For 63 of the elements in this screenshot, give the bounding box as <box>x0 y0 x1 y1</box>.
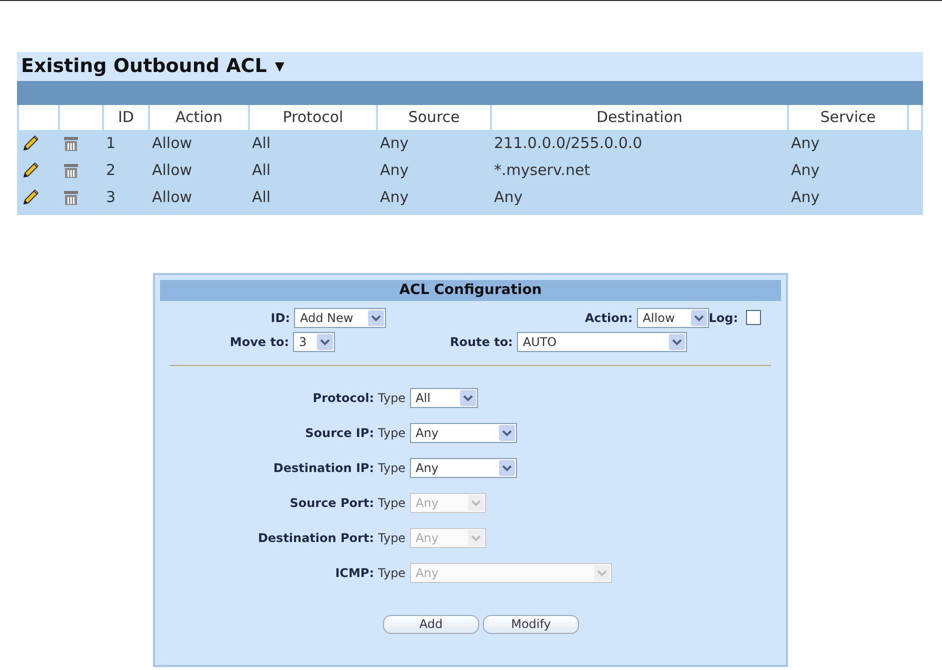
field-label: ICMP: <box>334 565 375 582</box>
pencil-icon[interactable] <box>21 134 39 153</box>
field-label: Destination IP: <box>272 460 375 477</box>
log-checkbox[interactable] <box>746 310 761 325</box>
field-label: Move to: <box>230 334 289 350</box>
panel-title: ACL Configuration <box>160 280 781 300</box>
table-cell-text: Allow <box>151 160 194 181</box>
table-cell-text: Any <box>379 187 410 208</box>
field-label: Type <box>378 495 406 512</box>
column-header: Source <box>378 105 490 130</box>
action-button[interactable]: Add <box>383 614 479 634</box>
column-header: Destination <box>492 105 787 130</box>
field-label: ID: <box>270 310 290 326</box>
table-cell-text: Any <box>379 160 410 181</box>
field-label: Type <box>378 390 406 407</box>
select-field: Any <box>410 563 612 583</box>
select-field[interactable]: AUTO <box>516 332 687 352</box>
table-cell-text: Any <box>493 187 524 208</box>
table-cell-text: Any <box>790 187 821 208</box>
field-label: Destination Port: <box>256 530 375 547</box>
table-cell-text: Any <box>790 132 821 154</box>
action-button[interactable]: Modify <box>483 614 579 634</box>
field-label: Source IP: <box>304 425 375 442</box>
trash-icon[interactable] <box>62 134 80 153</box>
table-cell-text: *.myserv.net <box>493 160 592 181</box>
table-cell-text: All <box>251 160 272 181</box>
field-label: Protocol: <box>312 390 375 407</box>
dropdown-caret[interactable]: ▾ <box>274 52 284 81</box>
field-label: Log: <box>708 310 738 326</box>
trash-icon[interactable] <box>62 162 80 180</box>
table-cell-text: All <box>251 132 272 154</box>
select-field: Any <box>410 528 486 548</box>
field-label: Route to: <box>450 334 513 350</box>
select-field[interactable]: Any <box>410 423 517 443</box>
pencil-icon[interactable] <box>21 189 39 208</box>
select-field[interactable]: Allow <box>636 308 709 328</box>
column-header: Service <box>789 105 907 130</box>
table-cell-text: 211.0.0.0/255.0.0.0 <box>493 132 644 154</box>
column-header: ID <box>104 105 148 130</box>
trash-icon[interactable] <box>62 189 80 208</box>
section-title: Existing Outbound ACL <box>21 54 267 79</box>
table-cell-text: Any <box>790 160 821 181</box>
table-cell-text: All <box>251 187 272 208</box>
table-cell-text: Allow <box>151 132 194 154</box>
table-cell-text: Allow <box>151 187 194 208</box>
column-header: Action <box>150 105 248 130</box>
select-field: Any <box>410 493 486 513</box>
table-cell-text: Any <box>379 132 410 154</box>
field-label: Source Port: <box>288 495 375 512</box>
select-field[interactable]: Add New <box>294 308 386 328</box>
select-field[interactable]: Any <box>410 458 517 478</box>
field-label: Type <box>378 530 406 547</box>
field-label: Type <box>378 425 406 442</box>
table-cell-text: 2 <box>105 160 117 181</box>
select-field[interactable]: All <box>410 388 478 408</box>
field-label: Action: <box>584 310 633 326</box>
field-label: Type <box>378 565 406 582</box>
column-header: Protocol <box>250 105 376 130</box>
pencil-icon[interactable] <box>21 162 39 180</box>
table-cell-text: 1 <box>105 132 117 154</box>
table-cell-text: 3 <box>105 187 117 208</box>
select-field[interactable]: 3 <box>293 332 335 352</box>
field-label: Type <box>378 460 406 477</box>
